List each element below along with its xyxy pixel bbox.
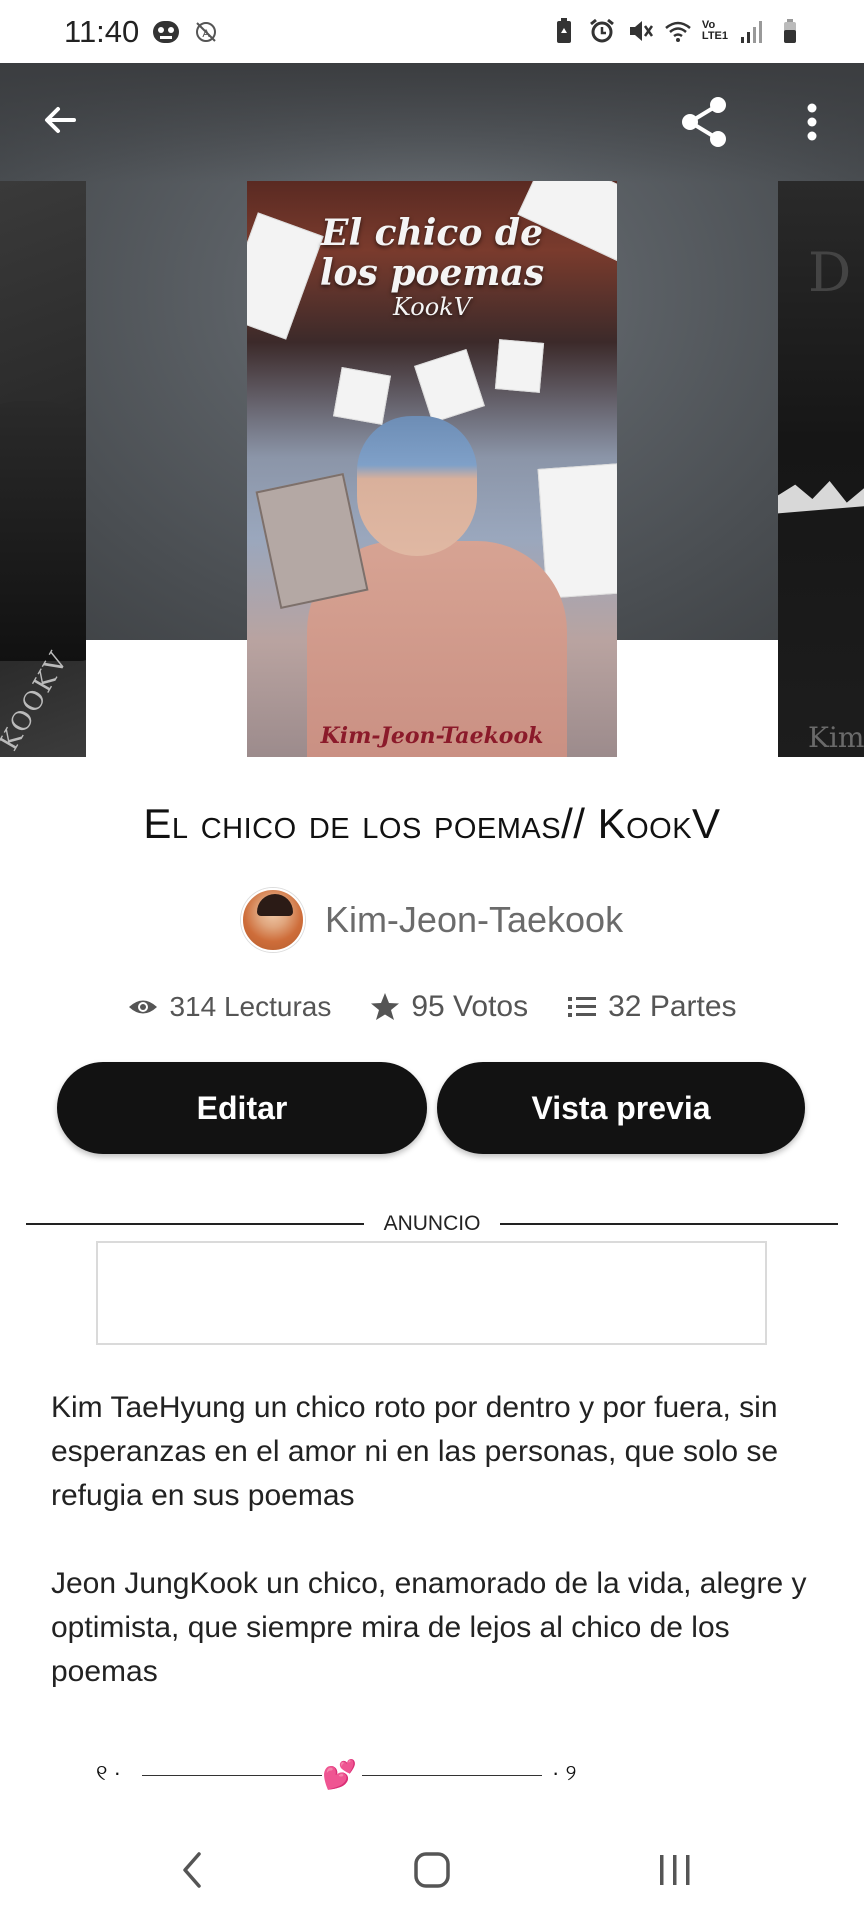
story-description: Kim TaeHyung un chico roto por dentro y … <box>51 1386 821 1738</box>
home-icon <box>414 1852 450 1888</box>
cover-side-text-top: D <box>808 241 852 304</box>
chevron-left-icon <box>183 1852 201 1888</box>
cover-figure-head <box>357 416 477 556</box>
ornament-left: ୧ · <box>96 1760 121 1785</box>
nav-back-button[interactable] <box>162 1842 222 1898</box>
battery-saver-icon <box>556 18 571 43</box>
parts-count: 32 Partes <box>608 990 737 1023</box>
status-time: 11:40 <box>64 14 140 49</box>
network-type-label: Vo LTE1 <box>701 19 728 42</box>
description-paragraph: Kim TaeHyung un chico roto por dentro y … <box>51 1391 779 1512</box>
wifi-icon <box>665 21 691 42</box>
ornament-line <box>362 1775 542 1776</box>
share-icon <box>682 97 726 147</box>
ad-label: ANUNCIO <box>383 1212 481 1235</box>
cover-subtitle: KookV <box>392 293 472 321</box>
cover-decoration <box>778 481 864 514</box>
battery-icon <box>784 19 796 43</box>
alarm-icon <box>589 18 614 43</box>
back-button[interactable] <box>30 90 90 150</box>
story-cover[interactable]: El chico de los poemas KookV Kim-Jeon-Ta… <box>247 181 617 757</box>
nav-home-button[interactable] <box>402 1842 462 1898</box>
cover-figure <box>0 401 86 661</box>
story-stats: 314 Lecturas 95 Votos 32 Partes <box>0 990 864 1024</box>
decorative-divider: ୧ · 💕 · ୨ <box>96 1756 596 1796</box>
status-icons: Vo LTE1 <box>550 15 804 47</box>
recent-apps-icon <box>660 1855 690 1885</box>
cover-paper <box>333 367 391 425</box>
cover-paper <box>414 348 485 424</box>
autorotate-off-icon: A <box>192 19 220 45</box>
cover-side-text: KOOKV <box>0 646 75 756</box>
ornament-line <box>142 1775 322 1776</box>
piko-app-icon <box>152 19 180 45</box>
list-icon <box>568 997 597 1017</box>
cover-author: Kim-Jeon-Taekook <box>320 723 544 749</box>
mute-icon <box>629 21 653 41</box>
cover-side-text-bottom: Kim <box>808 721 864 754</box>
signal-icon <box>741 21 762 43</box>
nav-recents-button[interactable] <box>645 1842 705 1898</box>
author-avatar[interactable] <box>240 888 305 952</box>
next-story-cover[interactable]: D Kim <box>778 181 864 757</box>
eye-icon <box>129 1000 158 1014</box>
heart-icon: 💕 <box>322 1759 357 1790</box>
ornament-right: · ୨ <box>552 1760 577 1785</box>
ad-slot[interactable] <box>96 1241 767 1345</box>
more-vertical-icon <box>807 103 817 141</box>
edit-button[interactable]: Editar <box>57 1062 427 1154</box>
description-paragraph: Jeon JungKook un chico, enamorado de la … <box>51 1567 807 1688</box>
share-button[interactable] <box>672 90 736 154</box>
author-row[interactable]: Kim-Jeon-Taekook <box>0 888 864 952</box>
cover-book <box>255 472 369 610</box>
ad-divider: ANUNCIO <box>26 1212 838 1236</box>
more-options-button[interactable] <box>790 90 834 154</box>
reads-stat: 314 Lecturas <box>127 991 331 1023</box>
star-icon <box>371 993 400 1020</box>
votes-stat: 95 Votos <box>369 990 528 1024</box>
cover-title: El chico de los poemas <box>319 212 545 294</box>
cover-paper <box>494 339 545 393</box>
divider-line <box>26 1223 364 1225</box>
arrow-left-icon <box>45 107 76 133</box>
reads-count: 314 Lecturas <box>169 991 332 1022</box>
parts-stat: 32 Partes <box>566 990 737 1024</box>
votes-count: 95 Votos <box>411 990 529 1023</box>
author-name[interactable]: Kim-Jeon-Taekook <box>325 899 623 941</box>
status-bar: 11:40 A Vo LTE1 <box>0 0 864 63</box>
preview-button[interactable]: Vista previa <box>437 1062 805 1154</box>
story-title: El chico de los poemas// KookV <box>143 800 721 847</box>
divider-line <box>500 1223 838 1225</box>
system-navigation-bar <box>0 1820 864 1920</box>
previous-story-cover[interactable]: KOOKV <box>0 181 86 757</box>
